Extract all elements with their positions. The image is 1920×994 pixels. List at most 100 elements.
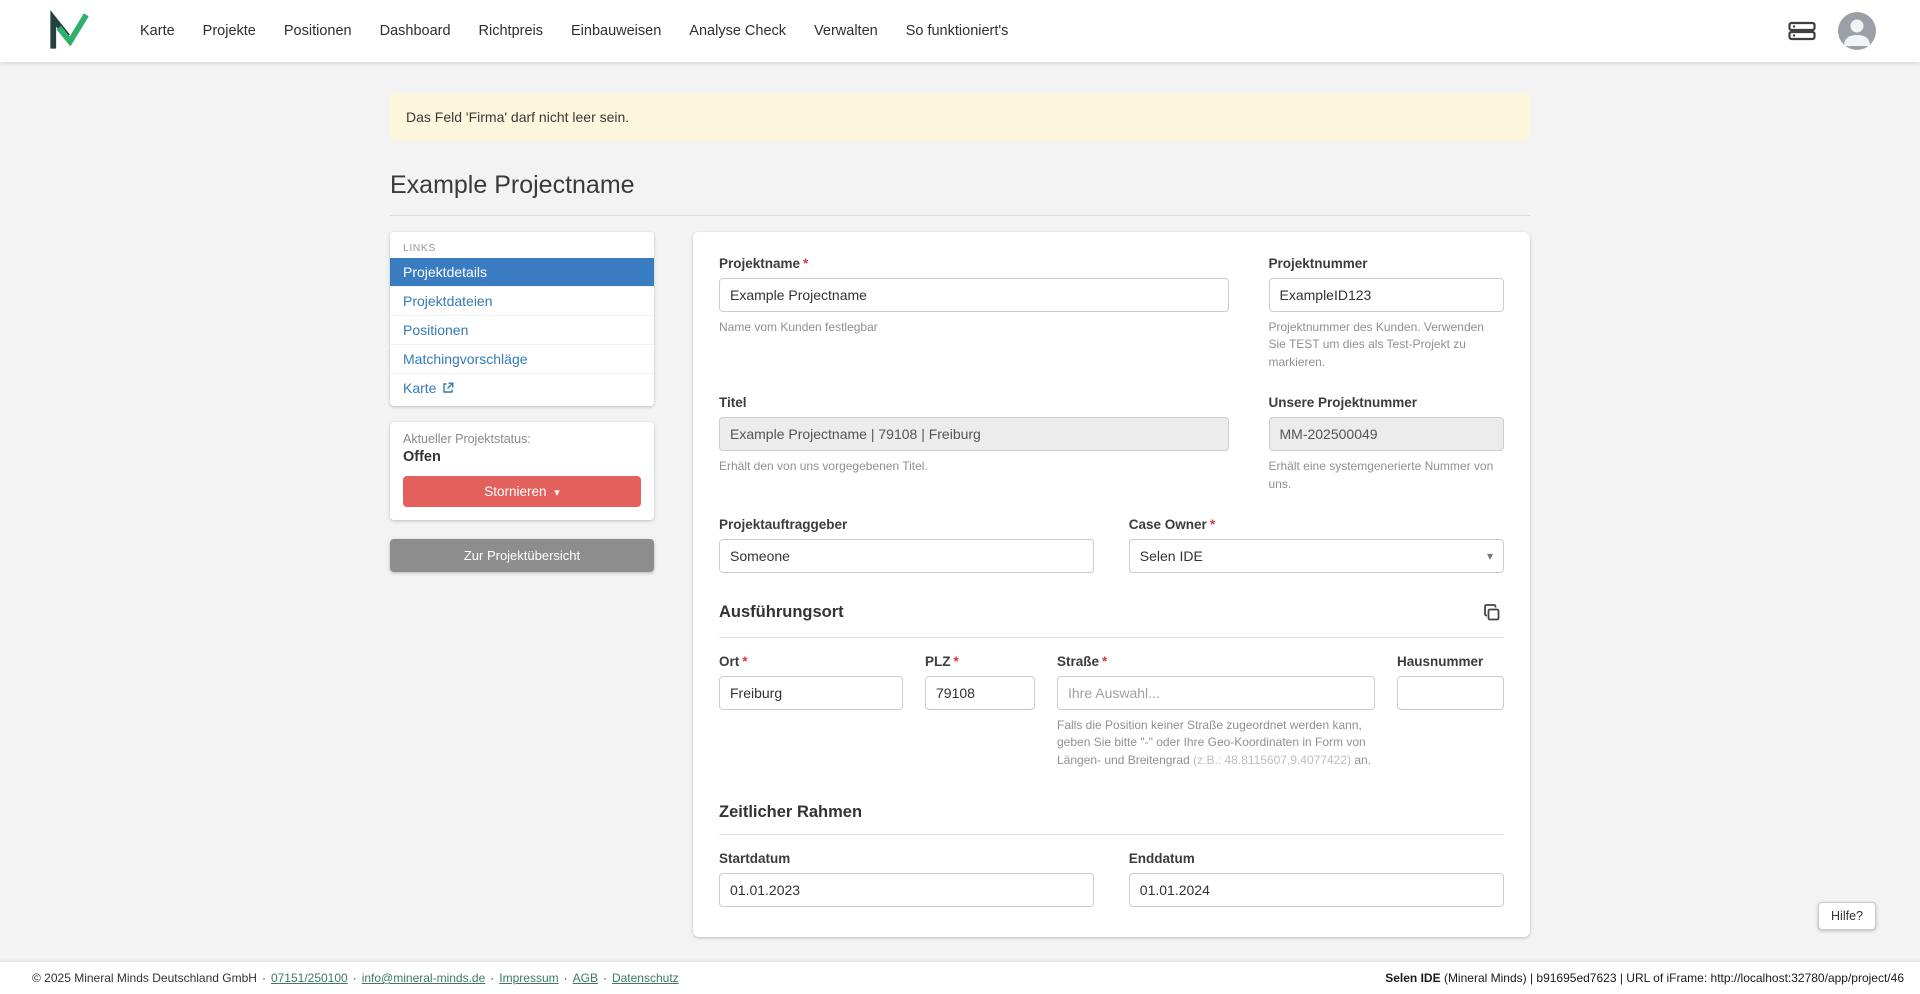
- nav-item-analyse-check[interactable]: Analyse Check: [675, 13, 800, 49]
- enddatum-input[interactable]: [1129, 873, 1504, 907]
- strasse-helper: Falls die Position keiner Straße zugeord…: [1057, 717, 1375, 769]
- nav-item-positionen[interactable]: Positionen: [270, 13, 366, 49]
- section-divider: [719, 834, 1504, 835]
- footer: © 2025 Mineral Minds Deutschland GmbH · …: [0, 962, 1920, 994]
- projektname-input[interactable]: [719, 278, 1229, 312]
- sidebar-link-label: Karte: [403, 380, 436, 396]
- status-value: Offen: [403, 449, 641, 465]
- sidebar-link-projektdateien[interactable]: Projektdateien: [390, 286, 654, 315]
- server-icon[interactable]: [1788, 21, 1816, 41]
- external-link-icon: [442, 382, 454, 394]
- project-details-form: Projektname* Name vom Kunden festlegbar …: [693, 232, 1530, 937]
- projektnummer-label: Projektnummer: [1269, 256, 1505, 271]
- case-owner-select[interactable]: Selen IDE ▾: [1129, 539, 1504, 573]
- case-owner-selected-value: Selen IDE: [1140, 548, 1203, 564]
- plz-input[interactable]: [925, 676, 1035, 710]
- hausnummer-label: Hausnummer: [1397, 654, 1504, 669]
- strasse-input[interactable]: [1057, 676, 1375, 710]
- section-divider: [719, 637, 1504, 638]
- nav-item-einbauweisen[interactable]: Einbauweisen: [557, 13, 675, 49]
- ort-input[interactable]: [719, 676, 903, 710]
- stornieren-button-label: Stornieren: [484, 484, 546, 499]
- field-hausnummer: Hausnummer: [1397, 654, 1504, 769]
- plz-label: PLZ*: [925, 654, 1035, 669]
- sidebar-link-label: Projektdateien: [403, 293, 493, 309]
- titel-input: [719, 417, 1229, 451]
- caret-down-icon: ▾: [1487, 549, 1493, 563]
- label-text: Case Owner: [1129, 517, 1207, 532]
- footer-left: © 2025 Mineral Minds Deutschland GmbH · …: [32, 971, 679, 985]
- titel-helper: Erhält den von uns vorgegebenen Titel.: [719, 458, 1229, 475]
- sidebar-link-label: Projektdetails: [403, 264, 487, 280]
- projektname-label: Projektname*: [719, 256, 1229, 271]
- section-heading-zeitlicher-rahmen: Zeitlicher Rahmen: [719, 803, 862, 822]
- nav-item-so-funktionierts[interactable]: So funktioniert's: [892, 13, 1023, 49]
- validation-alert: Das Feld 'Firma' darf nicht leer sein.: [390, 93, 1530, 141]
- sidebar-link-karte[interactable]: Karte: [390, 373, 654, 402]
- footer-separator: ·: [353, 971, 357, 985]
- sidebar-item-positionen: Positionen: [390, 315, 654, 344]
- nav-item-projekte[interactable]: Projekte: [189, 13, 270, 49]
- sidebar-link-positionen[interactable]: Positionen: [390, 315, 654, 344]
- sidebar-link-label: Positionen: [403, 322, 468, 338]
- titel-label: Titel: [719, 395, 1229, 410]
- required-asterisk: *: [1102, 654, 1107, 669]
- footer-agb-link[interactable]: AGB: [573, 971, 598, 985]
- footer-datenschutz-link[interactable]: Datenschutz: [612, 971, 679, 985]
- label-text: Projektname: [719, 256, 800, 271]
- mineral-minds-logo-icon: [48, 10, 90, 52]
- projektnummer-input[interactable]: [1269, 278, 1505, 312]
- sidebar-item-projektdateien: Projektdateien: [390, 286, 654, 315]
- brand-logo[interactable]: [48, 10, 90, 52]
- section-heading-ausfuehrungsort: Ausführungsort: [719, 603, 844, 622]
- footer-email-link[interactable]: info@mineral-minds.de: [362, 971, 486, 985]
- footer-phone-link[interactable]: 07151/250100: [271, 971, 348, 985]
- footer-impressum-link[interactable]: Impressum: [499, 971, 558, 985]
- field-titel: Titel Erhält den von uns vorgegebenen Ti…: [719, 395, 1229, 493]
- nav-item-richtpreis[interactable]: Richtpreis: [465, 13, 557, 49]
- copy-icon[interactable]: [1480, 601, 1504, 625]
- sidebar-item-matchingvorschlaege: Matchingvorschläge: [390, 344, 654, 373]
- sidebar-item-karte: Karte: [390, 373, 654, 402]
- field-case-owner: Case Owner* Selen IDE ▾: [1129, 517, 1504, 573]
- status-label: Aktueller Projektstatus:: [403, 432, 641, 446]
- back-to-overview-button[interactable]: Zur Projektübersicht: [390, 539, 654, 572]
- required-asterisk: *: [1210, 517, 1215, 532]
- strasse-helper-example: (z.B.: 48.8115607,9.4077422): [1193, 753, 1351, 767]
- footer-session-info: Selen IDE (Mineral Minds) | b91695ed7623…: [1385, 971, 1904, 985]
- unsere-projektnummer-input: [1269, 417, 1505, 451]
- footer-separator: ·: [603, 971, 607, 985]
- project-status-card: Aktueller Projektstatus: Offen Storniere…: [390, 422, 654, 520]
- field-projektnummer: Projektnummer Projektnummer des Kunden. …: [1269, 256, 1505, 371]
- footer-separator: ·: [490, 971, 494, 985]
- footer-separator: ·: [262, 971, 266, 985]
- stornieren-button[interactable]: Stornieren ▾: [403, 476, 641, 507]
- unsere-projektnummer-label: Unsere Projektnummer: [1269, 395, 1505, 410]
- field-ort: Ort*: [719, 654, 903, 769]
- strasse-helper-suffix: an.: [1351, 753, 1371, 767]
- sidebar-link-matchingvorschlaege[interactable]: Matchingvorschläge: [390, 344, 654, 373]
- hausnummer-input[interactable]: [1397, 676, 1504, 710]
- label-text: Straße: [1057, 654, 1099, 669]
- unsere-projektnummer-helper: Erhält eine systemgenerierte Nummer von …: [1269, 458, 1505, 493]
- projektname-helper: Name vom Kunden festlegbar: [719, 319, 1229, 336]
- ort-label: Ort*: [719, 654, 903, 669]
- required-asterisk: *: [954, 654, 959, 669]
- footer-separator: ·: [564, 971, 568, 985]
- projektauftraggeber-label: Projektauftraggeber: [719, 517, 1094, 532]
- projektauftraggeber-input[interactable]: [719, 539, 1094, 573]
- nav-item-dashboard[interactable]: Dashboard: [366, 13, 465, 49]
- footer-user-name: Selen IDE: [1385, 971, 1440, 985]
- caret-down-icon: ▾: [554, 487, 560, 499]
- sidebar-link-label: Matchingvorschläge: [403, 351, 528, 367]
- user-avatar[interactable]: [1838, 12, 1876, 50]
- field-plz: PLZ*: [925, 654, 1035, 769]
- field-projektauftraggeber: Projektauftraggeber: [719, 517, 1094, 573]
- field-startdatum: Startdatum: [719, 851, 1094, 907]
- nav-item-karte[interactable]: Karte: [126, 13, 189, 49]
- page-container: Das Feld 'Firma' darf nicht leer sein. E…: [390, 93, 1530, 937]
- sidebar-link-projektdetails[interactable]: Projektdetails: [390, 258, 654, 286]
- startdatum-input[interactable]: [719, 873, 1094, 907]
- help-button[interactable]: Hilfe?: [1818, 902, 1876, 930]
- nav-item-verwalten[interactable]: Verwalten: [800, 13, 892, 49]
